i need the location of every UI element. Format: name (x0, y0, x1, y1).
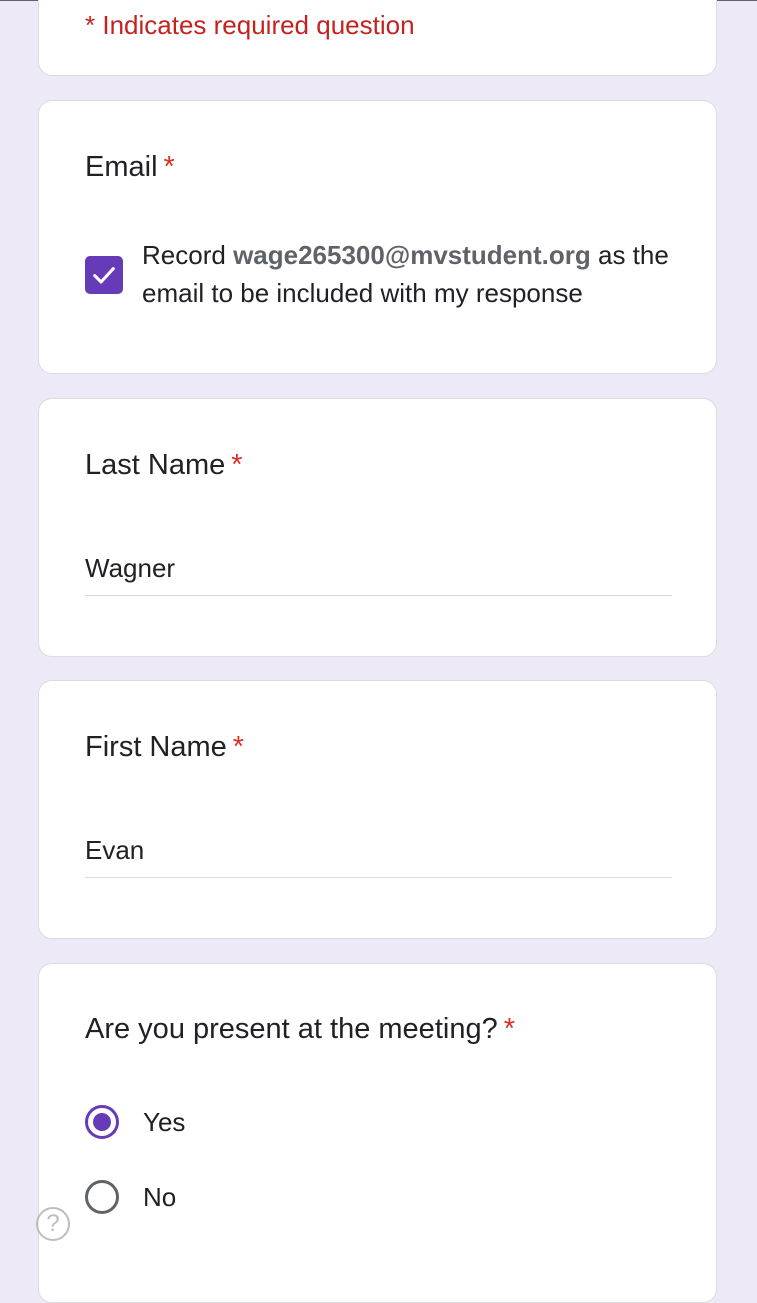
radio-button-no[interactable] (85, 1180, 119, 1214)
required-asterisk: * (503, 1013, 515, 1045)
help-icon[interactable]: ? (36, 1207, 70, 1241)
last-name-input[interactable]: Wagner (85, 549, 672, 596)
radio-option-no[interactable]: No (85, 1177, 176, 1217)
record-email-label: Record wage265300@mvstudent.org as the e… (142, 236, 682, 312)
question-title-text: Email (85, 151, 158, 183)
required-asterisk: * (163, 151, 175, 183)
consent-prefix: Record (142, 240, 226, 270)
last-name-question-title: Last Name * (85, 449, 243, 482)
question-title-text: First Name (85, 731, 227, 763)
present-question-title: Are you present at the meeting? * (85, 1013, 515, 1046)
radio-button-yes[interactable] (85, 1105, 119, 1139)
form-header-card: * Indicates required question (38, 0, 717, 76)
radio-option-yes[interactable]: Yes (85, 1102, 185, 1142)
radio-label-yes: Yes (143, 1106, 186, 1137)
required-asterisk: * (232, 731, 245, 763)
checkmark-icon (93, 267, 115, 284)
first-name-question-card: First Name * Evan (38, 680, 717, 939)
question-title-text: Are you present at the meeting? (85, 1013, 498, 1045)
question-title-text: Last Name (85, 449, 226, 481)
record-email-checkbox[interactable] (85, 256, 123, 294)
last-name-question-card: Last Name * Wagner (38, 398, 717, 657)
user-email: wage265300@mvstudent.org (233, 240, 591, 270)
first-name-question-title: First Name * (85, 731, 244, 764)
email-question-card: Email * Record wage265300@mvstudent.org a… (38, 100, 717, 374)
first-name-input[interactable]: Evan (85, 831, 672, 878)
required-asterisk: * (231, 449, 243, 481)
email-question-title: Email * (85, 151, 175, 184)
radio-label-no: No (143, 1181, 177, 1212)
present-question-card: Are you present at the meeting? * Yes No (38, 963, 717, 1303)
required-question-note: * Indicates required question (85, 10, 415, 40)
